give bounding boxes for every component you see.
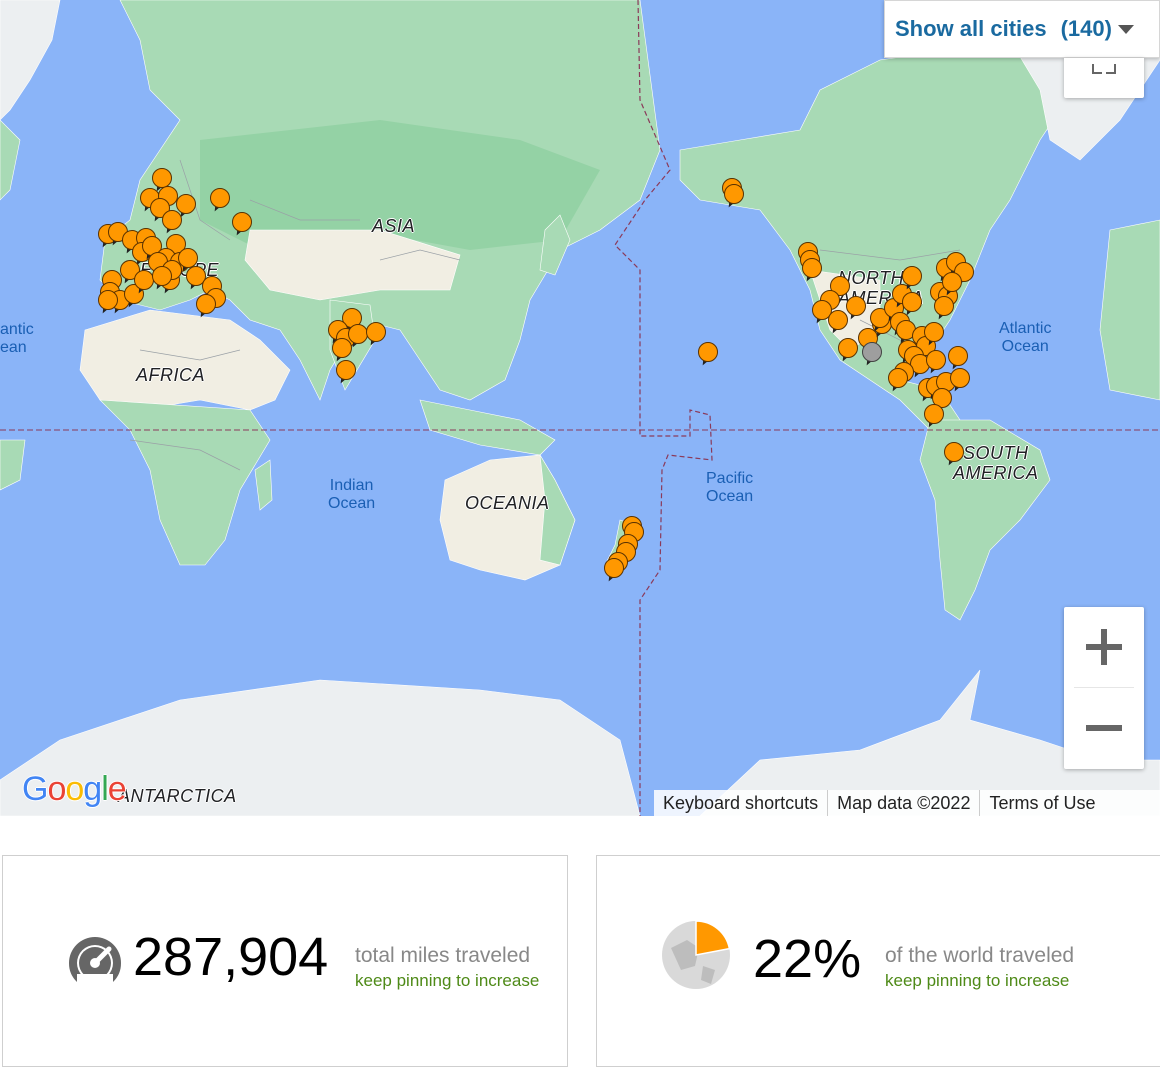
google-logo[interactable]: Google <box>22 770 127 809</box>
africa <box>79 309 291 411</box>
city-pin[interactable] <box>838 338 858 364</box>
fullscreen-icon <box>1092 64 1102 74</box>
zoom-controls <box>1064 607 1144 769</box>
zoom-in-button[interactable] <box>1064 607 1144 687</box>
terms-of-use-link[interactable]: Terms of Use <box>980 793 1104 814</box>
speedometer-icon <box>68 937 122 982</box>
minus-icon <box>1086 725 1122 731</box>
city-count: (140) <box>1060 16 1112 41</box>
city-pin-inactive[interactable] <box>862 342 882 368</box>
city-pin[interactable] <box>944 442 964 468</box>
miles-value: 287,904 <box>133 927 329 987</box>
world-label: of the world traveled <box>885 944 1075 967</box>
city-pin[interactable] <box>162 210 182 236</box>
keyboard-shortcuts-link[interactable]: Keyboard shortcuts <box>654 793 827 814</box>
city-pin[interactable] <box>924 404 944 430</box>
city-pin[interactable] <box>934 296 954 322</box>
city-pin[interactable] <box>902 266 922 292</box>
city-pin[interactable] <box>724 184 744 210</box>
label-oceania: OCEANIA <box>465 493 550 513</box>
label-indian-ocean: Indian Ocean <box>328 477 376 512</box>
city-pin[interactable] <box>942 272 962 298</box>
north-america <box>679 39 1081 431</box>
world-traveled-card: 22% of the world traveled keep pinning t… <box>596 855 1160 1067</box>
city-pin[interactable] <box>828 310 848 336</box>
plus-icon <box>1086 629 1122 665</box>
city-pin[interactable] <box>604 558 624 584</box>
city-pin[interactable] <box>336 360 356 386</box>
label-south-america: SOUTH AMERICA <box>953 443 1039 483</box>
globe-progress-icon <box>662 920 731 989</box>
city-pin[interactable] <box>210 188 230 214</box>
greenland-left <box>0 0 61 121</box>
world-percent-value: 22% <box>753 929 862 989</box>
city-pin[interactable] <box>924 322 944 348</box>
world-fraction-slice <box>695 920 731 956</box>
city-pin[interactable] <box>98 290 118 316</box>
label-antarctica: ANTARCTICA <box>118 786 237 806</box>
label-africa: AFRICA <box>136 365 206 385</box>
miles-label: total miles traveled <box>355 944 531 967</box>
map-attribution: Keyboard shortcuts Map data ©2022 Terms … <box>654 790 1160 816</box>
city-pin[interactable] <box>950 368 970 394</box>
map-tiles <box>0 0 1160 816</box>
label-atlantic-ocean-left: antic ean <box>0 321 34 356</box>
city-pin[interactable] <box>134 270 154 296</box>
city-pin[interactable] <box>152 266 172 292</box>
city-filter-label: Show all cities <box>895 16 1047 41</box>
city-pin[interactable] <box>366 322 386 348</box>
label-atlantic-ocean-right: Atlantic Ocean <box>999 320 1052 355</box>
city-pin[interactable] <box>232 212 252 238</box>
world-subtext: keep pinning to increase <box>885 971 1070 990</box>
miles-subtext: keep pinning to increase <box>355 971 540 990</box>
city-pin[interactable] <box>802 258 822 284</box>
fullscreen-button[interactable] <box>1064 58 1144 98</box>
show-all-cities-dropdown[interactable]: Show all cities (140) <box>884 0 1160 58</box>
chevron-down-icon <box>1117 24 1134 34</box>
city-pin[interactable] <box>698 342 718 368</box>
miles-traveled-card: 287,904 total miles traveled keep pinnin… <box>2 855 568 1067</box>
label-pacific-ocean: Pacific Ocean <box>706 470 754 505</box>
city-pin[interactable] <box>888 368 908 394</box>
map-data-text: Map data ©2022 <box>837 792 971 813</box>
city-pin[interactable] <box>196 294 216 320</box>
label-asia: ASIA <box>372 216 416 236</box>
world-map[interactable]: ASIA EUROPE AFRICA OCEANIA NORTH AMERICA… <box>0 0 1160 816</box>
city-pin[interactable] <box>846 296 866 322</box>
zoom-out-button[interactable] <box>1064 688 1144 768</box>
